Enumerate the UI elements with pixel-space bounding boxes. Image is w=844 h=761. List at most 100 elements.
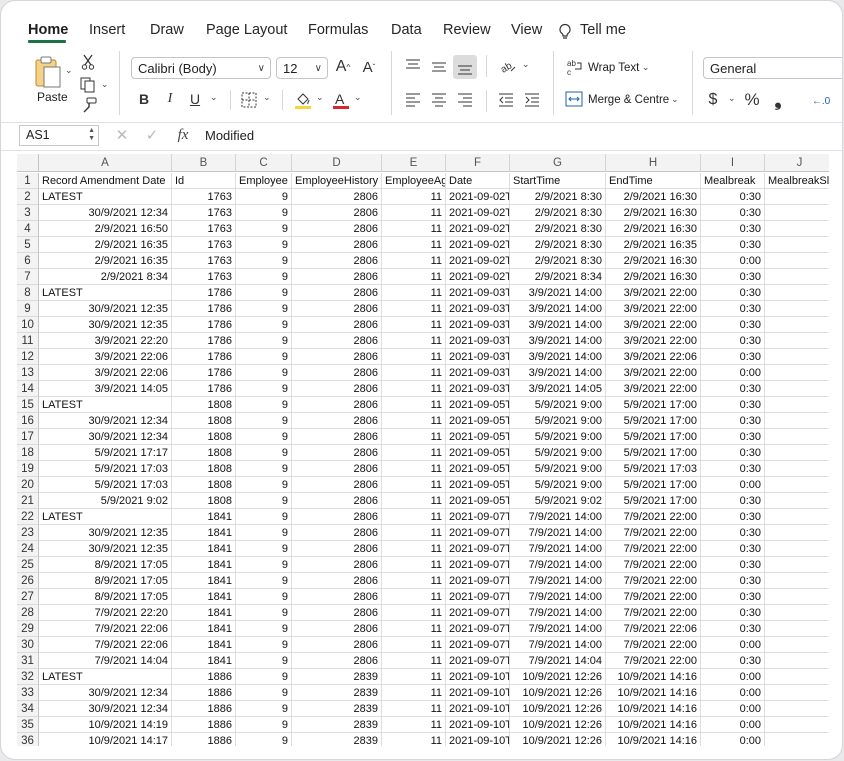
table-cell[interactable]: 2021-09-07T <box>446 557 510 573</box>
table-cell[interactable]: 0:00 <box>701 685 765 701</box>
table-cell[interactable]: 9 <box>236 589 292 605</box>
table-cell[interactable]: 1841 <box>172 573 236 589</box>
table-cell[interactable]: 0:30 <box>701 541 765 557</box>
table-cell[interactable]: 11 <box>382 701 446 717</box>
table-cell[interactable]: 2/9/2021 8:34 <box>510 269 606 285</box>
table-cell[interactable] <box>765 205 829 221</box>
table-cell[interactable]: 2806 <box>292 381 382 397</box>
table-cell[interactable]: 3/9/2021 22:00 <box>606 285 701 301</box>
table-cell[interactable]: 11 <box>382 349 446 365</box>
table-cell[interactable]: 2021-09-05T <box>446 445 510 461</box>
table-cell[interactable]: LATEST <box>39 397 172 413</box>
row-header[interactable]: 30 <box>17 637 39 653</box>
table-cell[interactable]: 11 <box>382 605 446 621</box>
increase-indent-icon[interactable] <box>524 93 540 107</box>
table-cell[interactable]: 10/9/2021 14:16 <box>606 717 701 733</box>
table-cell[interactable]: 1786 <box>172 365 236 381</box>
table-cell[interactable]: 2839 <box>292 669 382 685</box>
table-cell[interactable]: 2021-09-02T <box>446 269 510 285</box>
table-cell[interactable]: 11 <box>382 397 446 413</box>
table-cell[interactable]: 2/9/2021 8:30 <box>510 221 606 237</box>
table-cell[interactable]: 2/9/2021 16:30 <box>606 189 701 205</box>
number-format-select[interactable]: General <box>703 57 842 79</box>
table-cell[interactable]: 2021-09-10T <box>446 701 510 717</box>
table-cell[interactable]: 2021-09-05T <box>446 397 510 413</box>
table-cell[interactable]: 11 <box>382 637 446 653</box>
table-cell[interactable]: 0:30 <box>701 573 765 589</box>
table-cell[interactable]: 9 <box>236 317 292 333</box>
table-cell[interactable]: 5/9/2021 17:17 <box>39 445 172 461</box>
decrease-indent-icon[interactable] <box>498 93 514 107</box>
table-cell[interactable]: 2021-09-05T <box>446 493 510 509</box>
header-cell[interactable]: Record Amendment Date <box>39 173 172 189</box>
table-cell[interactable]: 30/9/2021 12:34 <box>39 429 172 445</box>
table-cell[interactable]: 1886 <box>172 669 236 685</box>
table-cell[interactable]: 1808 <box>172 461 236 477</box>
table-cell[interactable]: 2021-09-05T <box>446 477 510 493</box>
row-header[interactable]: 15 <box>17 397 39 413</box>
table-cell[interactable] <box>765 653 829 669</box>
table-cell[interactable]: 11 <box>382 445 446 461</box>
table-cell[interactable]: 10/9/2021 12:26 <box>510 701 606 717</box>
table-cell[interactable] <box>765 525 829 541</box>
table-cell[interactable]: 9 <box>236 237 292 253</box>
table-cell[interactable]: 9 <box>236 333 292 349</box>
tab-formulas[interactable]: Formulas <box>308 22 368 38</box>
header-cell[interactable]: EmployeeAg <box>382 173 446 189</box>
row-header[interactable]: 17 <box>17 429 39 445</box>
header-cell[interactable]: Employee <box>236 173 292 189</box>
table-cell[interactable]: 0:00 <box>701 477 765 493</box>
name-box-stepper-icon[interactable]: ▲ ▼ <box>88 127 95 143</box>
table-cell[interactable]: 0:00 <box>701 637 765 653</box>
table-cell[interactable]: 2806 <box>292 237 382 253</box>
table-cell[interactable]: 11 <box>382 365 446 381</box>
row-header[interactable]: 33 <box>17 685 39 701</box>
table-cell[interactable]: 3/9/2021 22:00 <box>606 317 701 333</box>
row-header[interactable]: 13 <box>17 365 39 381</box>
table-cell[interactable] <box>765 349 829 365</box>
table-cell[interactable]: 2021-09-07T <box>446 653 510 669</box>
table-cell[interactable]: 1841 <box>172 653 236 669</box>
cancel-icon[interactable]: ✕ <box>115 127 129 144</box>
table-cell[interactable]: 1841 <box>172 589 236 605</box>
table-cell[interactable]: 5/9/2021 17:00 <box>606 493 701 509</box>
table-cell[interactable]: 11 <box>382 477 446 493</box>
row-header[interactable]: 6 <box>17 253 39 269</box>
table-cell[interactable] <box>765 317 829 333</box>
table-cell[interactable]: 1841 <box>172 541 236 557</box>
row-header[interactable]: 21 <box>17 493 39 509</box>
table-cell[interactable]: 3/9/2021 22:06 <box>606 349 701 365</box>
align-middle-icon[interactable] <box>431 60 447 74</box>
row-header[interactable]: 26 <box>17 573 39 589</box>
table-cell[interactable]: 0:30 <box>701 317 765 333</box>
table-cell[interactable]: 1841 <box>172 509 236 525</box>
table-cell[interactable]: 9 <box>236 653 292 669</box>
row-header[interactable]: 16 <box>17 413 39 429</box>
table-cell[interactable]: 5/9/2021 17:00 <box>606 445 701 461</box>
table-cell[interactable]: 1763 <box>172 253 236 269</box>
column-header-f[interactable]: F <box>446 154 510 172</box>
table-cell[interactable]: 1841 <box>172 557 236 573</box>
table-cell[interactable]: 1841 <box>172 621 236 637</box>
table-cell[interactable]: 3/9/2021 14:05 <box>39 381 172 397</box>
table-cell[interactable]: LATEST <box>39 509 172 525</box>
table-cell[interactable]: 3/9/2021 14:05 <box>510 381 606 397</box>
table-cell[interactable]: 0:30 <box>701 589 765 605</box>
table-cell[interactable]: 30/9/2021 12:35 <box>39 301 172 317</box>
table-cell[interactable]: 2021-09-02T <box>446 253 510 269</box>
table-cell[interactable]: 2806 <box>292 221 382 237</box>
table-cell[interactable] <box>765 285 829 301</box>
table-cell[interactable]: 2/9/2021 8:30 <box>510 205 606 221</box>
table-cell[interactable]: 3/9/2021 14:00 <box>510 365 606 381</box>
table-cell[interactable]: 1763 <box>172 269 236 285</box>
table-cell[interactable]: 2021-09-10T <box>446 733 510 746</box>
fill-color-chevron-icon[interactable]: ⌄ <box>316 92 324 103</box>
table-cell[interactable]: 2806 <box>292 429 382 445</box>
table-cell[interactable]: 11 <box>382 333 446 349</box>
table-cell[interactable]: 9 <box>236 685 292 701</box>
table-cell[interactable]: 2021-09-07T <box>446 525 510 541</box>
row-header[interactable]: 27 <box>17 589 39 605</box>
table-cell[interactable]: 2806 <box>292 365 382 381</box>
table-cell[interactable]: 11 <box>382 253 446 269</box>
table-cell[interactable]: 0:30 <box>701 381 765 397</box>
